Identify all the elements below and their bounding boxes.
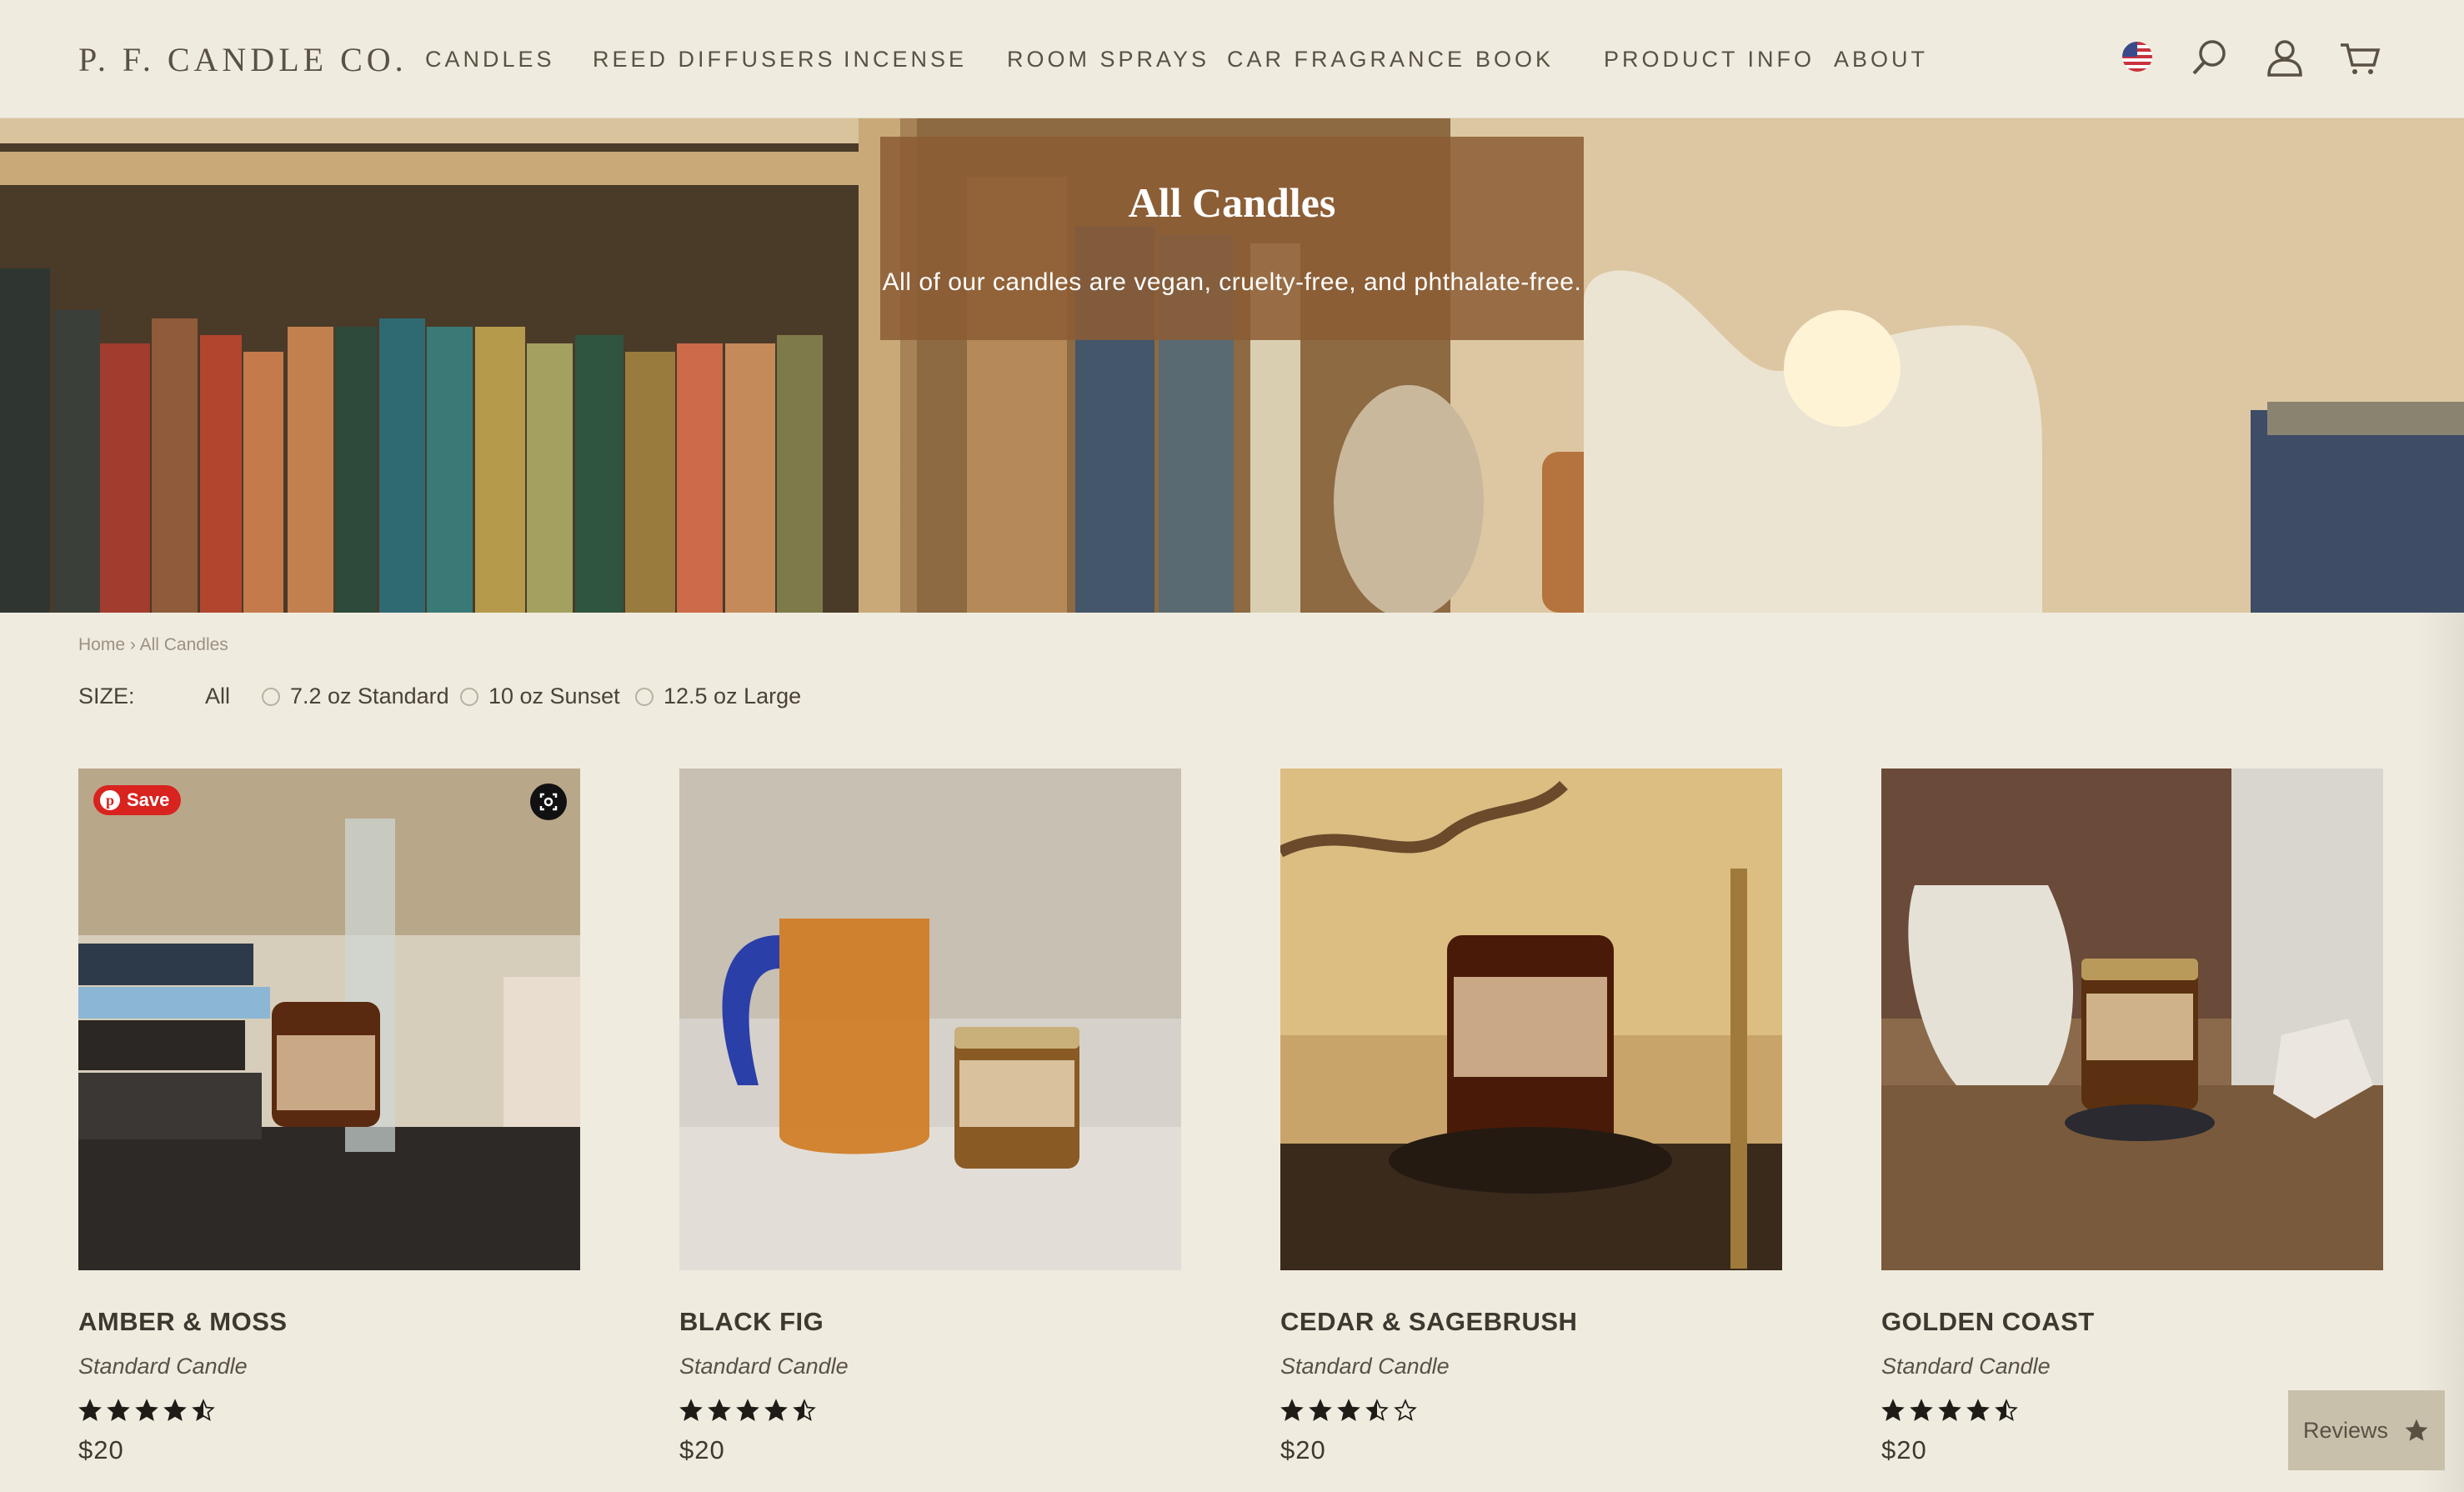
breadcrumb-separator: › — [129, 635, 136, 654]
nav-candles[interactable]: CANDLES — [425, 47, 555, 73]
star-icon — [1337, 1399, 1360, 1421]
search-icon[interactable] — [2189, 37, 2231, 78]
account-icon[interactable] — [2264, 37, 2306, 78]
product-price: $20 — [1280, 1435, 1326, 1464]
pinterest-icon: p — [100, 790, 120, 810]
breadcrumb: Home › All Candles — [78, 635, 228, 655]
star-icon — [793, 1399, 816, 1421]
product-price: $20 — [78, 1435, 124, 1464]
filter-option-standard[interactable]: 7.2 oz Standard — [262, 683, 449, 709]
star-icon — [764, 1399, 788, 1421]
reviews-tab[interactable]: Reviews — [2288, 1390, 2445, 1470]
us-flag-icon[interactable] — [2121, 40, 2154, 73]
filter-option-label: All — [205, 683, 231, 708]
nav-reed-diffusers[interactable]: REED DIFFUSERS — [593, 47, 836, 73]
hero-text-box: All Candles All of our candles are vegan… — [880, 137, 1584, 340]
site-header: P. F. CANDLE CO. CANDLES REED DIFFUSERS … — [0, 0, 2464, 118]
filter-option-label: 12.5 oz Large — [664, 683, 802, 708]
radio-icon[interactable] — [262, 687, 280, 706]
product-price: $20 — [1881, 1435, 1927, 1464]
star-icon — [1394, 1399, 1417, 1421]
star-icon — [192, 1399, 215, 1421]
breadcrumb-current: All Candles — [139, 635, 228, 654]
star-icon — [736, 1399, 759, 1421]
product-price: $20 — [679, 1435, 725, 1464]
cart-icon[interactable] — [2339, 37, 2381, 78]
star-icon — [1365, 1399, 1389, 1421]
reviews-label: Reviews — [2302, 1417, 2389, 1443]
star-icon — [1995, 1399, 2018, 1421]
header-icons — [2121, 37, 2387, 78]
filter-option-label: 10 oz Sunset — [488, 683, 620, 708]
product-type: Standard Candle — [679, 1354, 849, 1379]
star-icon — [679, 1399, 703, 1421]
star-icon — [78, 1399, 102, 1421]
star-icon — [1309, 1399, 1332, 1421]
radio-icon[interactable] — [635, 687, 654, 706]
product-name[interactable]: AMBER & MOSS — [78, 1307, 288, 1337]
save-label: Save — [127, 789, 170, 810]
filter-option-sunset[interactable]: 10 oz Sunset — [460, 683, 620, 709]
size-filter-label: SIZE: — [78, 683, 135, 708]
filter-option-label: 7.2 oz Standard — [290, 683, 449, 708]
breadcrumb-home[interactable]: Home — [78, 635, 125, 654]
product-name[interactable]: CEDAR & SAGEBRUSH — [1280, 1307, 1577, 1337]
star-icon — [708, 1399, 731, 1421]
pinterest-save-button[interactable]: p Save — [93, 785, 182, 815]
star-icon — [1881, 1399, 1905, 1421]
size-filter: SIZE: All 7.2 oz Standard 10 oz Sunset 1… — [78, 683, 829, 717]
nav-room-sprays[interactable]: ROOM SPRAYS — [1007, 47, 1209, 73]
nav-about[interactable]: ABOUT — [1834, 47, 1928, 73]
scroll-edge-shadow — [2417, 613, 2464, 1492]
visual-search-icon[interactable] — [530, 784, 567, 820]
product-image[interactable]: p Save — [78, 769, 580, 1270]
brand-logo[interactable]: P. F. CANDLE CO. — [78, 40, 408, 79]
product-image[interactable] — [1280, 769, 1782, 1270]
radio-icon[interactable] — [460, 687, 478, 706]
product-name[interactable]: BLACK FIG — [679, 1307, 824, 1337]
filter-option-all[interactable]: All — [205, 683, 230, 709]
star-icon — [135, 1399, 158, 1421]
star-icon — [1910, 1399, 1933, 1421]
nav-book[interactable]: BOOK — [1475, 47, 1554, 73]
star-icon — [163, 1399, 187, 1421]
nav-car-fragrance[interactable]: CAR FRAGRANCE — [1227, 47, 1465, 73]
star-icon — [107, 1399, 130, 1421]
star-icon — [1966, 1399, 1990, 1421]
page-title: All Candles — [1128, 179, 1336, 226]
product-type: Standard Candle — [1881, 1354, 2051, 1379]
star-icon — [2405, 1419, 2428, 1441]
hero-subtitle: All of our candles are vegan, cruelty-fr… — [882, 268, 1582, 296]
hero-banner: All Candles All of our candles are vegan… — [0, 118, 2464, 613]
product-type: Standard Candle — [1280, 1354, 1450, 1379]
star-icon — [1938, 1399, 1961, 1421]
product-image[interactable] — [1881, 769, 2383, 1270]
star-icon — [1280, 1399, 1304, 1421]
product-image[interactable] — [679, 769, 1181, 1270]
filter-option-large[interactable]: 12.5 oz Large — [635, 683, 801, 709]
product-name[interactable]: GOLDEN COAST — [1881, 1307, 2095, 1337]
product-type: Standard Candle — [78, 1354, 248, 1379]
nav-product-info[interactable]: PRODUCT INFO — [1604, 47, 1815, 73]
nav-incense[interactable]: INCENSE — [844, 47, 967, 73]
